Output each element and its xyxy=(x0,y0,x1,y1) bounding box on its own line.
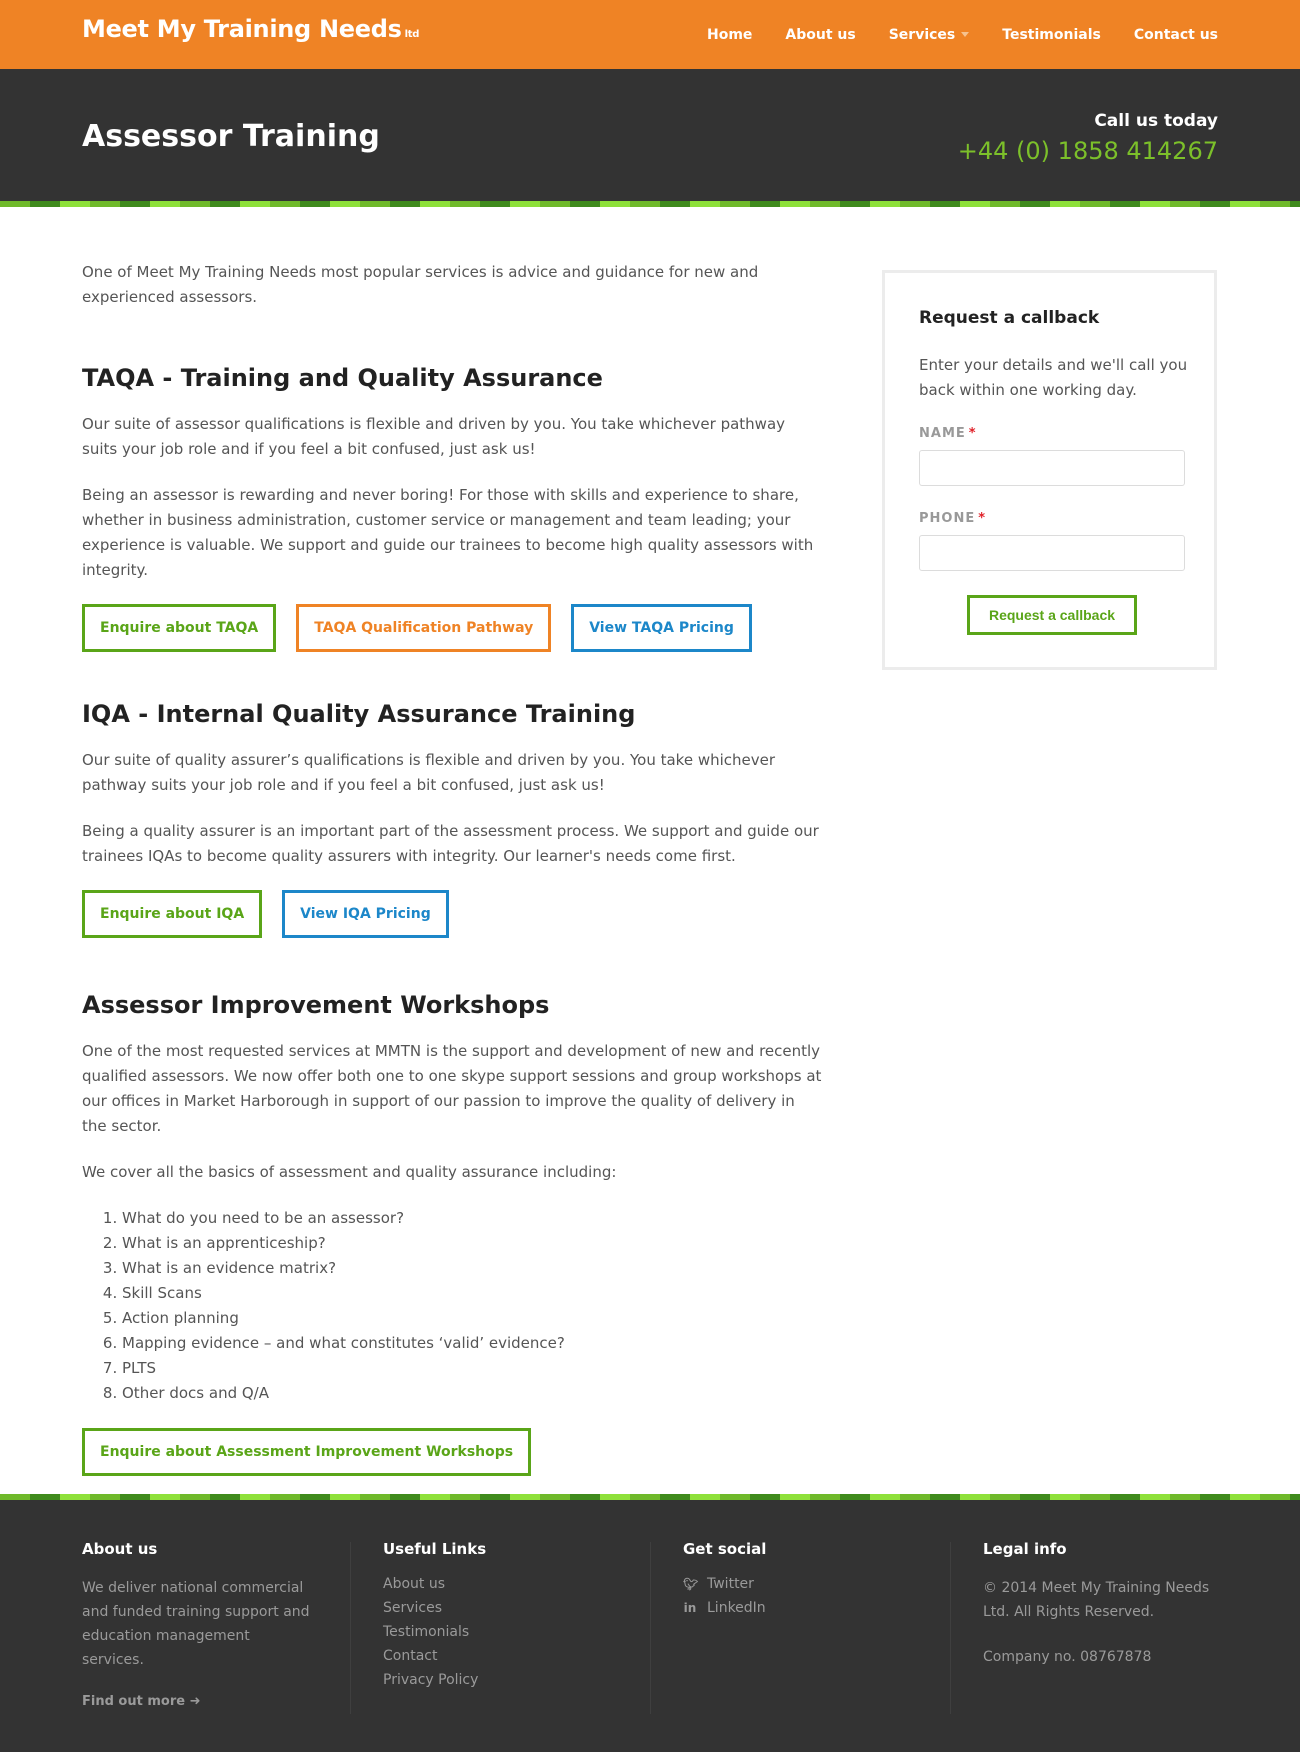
nav-about[interactable]: About us xyxy=(785,27,855,43)
twitter-link[interactable]: 🐦︎ Twitter xyxy=(683,1572,913,1596)
callback-title: Request a callback xyxy=(919,308,1100,328)
required-mark: * xyxy=(968,426,977,441)
nav-services[interactable]: Services xyxy=(889,27,970,43)
nav-services-label: Services xyxy=(888,26,956,43)
phone-field[interactable] xyxy=(919,535,1185,571)
footer-divider xyxy=(650,1542,651,1714)
taqa-heading: TAQA - Training and Quality Assurance xyxy=(82,364,603,392)
name-field[interactable] xyxy=(919,450,1185,486)
taqa-pricing-button[interactable]: View TAQA Pricing xyxy=(571,604,752,652)
chevron-down-icon xyxy=(961,32,970,37)
site-footer: About us We deliver national commercial … xyxy=(0,1500,1300,1752)
footer-social-heading: Get social xyxy=(683,1540,767,1558)
list-item: Action planning xyxy=(122,1306,822,1331)
taqa-paragraph-1: Our suite of assessor qualifications is … xyxy=(82,415,786,458)
list-item: Skill Scans xyxy=(122,1281,822,1306)
footer-link-about[interactable]: About us xyxy=(383,1572,613,1596)
iqa-paragraph-2: Being a quality assurer is an important … xyxy=(82,822,819,865)
footer-useful-links: Useful Links About us Services Testimoni… xyxy=(383,1540,613,1712)
find-out-more-link[interactable]: Find out more ➜ xyxy=(82,1694,312,1709)
workshops-paragraph-1: One of the most requested services at MM… xyxy=(82,1042,822,1135)
page-title: Assessor Training xyxy=(82,119,380,154)
main-content: One of Meet My Training Needs most popul… xyxy=(82,260,822,1476)
page-header: Assessor Training Call us today +44 (0) … xyxy=(0,69,1300,201)
workshops-paragraph-2: We cover all the basics of assessment an… xyxy=(82,1163,617,1181)
phone-label: PHONE * xyxy=(919,511,986,526)
enquire-workshops-button[interactable]: Enquire about Assessment Improvement Wor… xyxy=(82,1428,532,1476)
intro-text: One of Meet My Training Needs most popul… xyxy=(82,263,759,306)
iqa-button-row: Enquire about IQA View IQA Pricing xyxy=(82,890,822,938)
company-number: Company no. 08767878 xyxy=(983,1649,1152,1665)
taqa-paragraph-2: Being an assessor is rewarding and never… xyxy=(82,486,814,579)
nav-home[interactable]: Home xyxy=(707,27,752,43)
find-out-more-label: Find out more xyxy=(82,1694,186,1709)
iqa-heading: IQA - Internal Quality Assurance Trainin… xyxy=(82,700,636,728)
footer-about-text: We deliver national commercial and funde… xyxy=(82,1580,310,1668)
call-label: Call us today xyxy=(1094,111,1218,131)
arrow-right-icon: ➜ xyxy=(189,1694,201,1709)
header-stripe-divider xyxy=(0,201,1300,207)
phone-number[interactable]: +44 (0) 1858 414267 xyxy=(958,137,1218,165)
workshops-button-row: Enquire about Assessment Improvement Wor… xyxy=(82,1428,822,1476)
list-item: PLTS xyxy=(122,1356,822,1381)
list-item: Mapping evidence – and what constitutes … xyxy=(122,1331,822,1356)
callback-form-panel: Request a callback Enter your details an… xyxy=(882,270,1217,670)
enquire-taqa-button[interactable]: Enquire about TAQA xyxy=(82,604,277,652)
linkedin-label: LinkedIn xyxy=(707,1600,766,1616)
footer-divider xyxy=(950,1542,951,1714)
required-mark: * xyxy=(978,511,987,526)
list-item: What is an evidence matrix? xyxy=(122,1256,822,1281)
linkedin-icon: in xyxy=(683,1601,697,1615)
copyright-text: © 2014 Meet My Training Needs Ltd. All R… xyxy=(983,1580,1210,1620)
footer-link-testimonials[interactable]: Testimonials xyxy=(383,1620,613,1644)
footer-legal: Legal info © 2014 Meet My Training Needs… xyxy=(983,1540,1218,1712)
iqa-pricing-button[interactable]: View IQA Pricing xyxy=(282,890,449,938)
workshop-topics-list: What do you need to be an assessor? What… xyxy=(82,1206,822,1406)
list-item: Other docs and Q/A xyxy=(122,1381,822,1406)
taqa-pathway-button[interactable]: TAQA Qualification Pathway xyxy=(296,604,552,652)
footer-link-services[interactable]: Services xyxy=(383,1596,613,1620)
brand-name: Meet My Training Needs xyxy=(82,15,402,43)
twitter-label: Twitter xyxy=(707,1576,754,1592)
brand-logo[interactable]: Meet My Training Needs ltd xyxy=(82,15,419,43)
twitter-icon: 🐦︎ xyxy=(683,1577,699,1591)
footer-divider xyxy=(350,1542,351,1714)
nav-contact[interactable]: Contact us xyxy=(1134,27,1218,43)
name-label-text: NAME xyxy=(919,426,966,441)
main-nav: Home About us Services Testimonials Cont… xyxy=(674,0,1218,69)
taqa-button-row: Enquire about TAQA TAQA Qualification Pa… xyxy=(82,604,822,652)
list-item: What do you need to be an assessor? xyxy=(122,1206,822,1231)
phone-label-text: PHONE xyxy=(919,511,976,526)
footer-legal-heading: Legal info xyxy=(983,1540,1067,1558)
enquire-iqa-button[interactable]: Enquire about IQA xyxy=(82,890,263,938)
workshops-heading: Assessor Improvement Workshops xyxy=(82,991,550,1019)
linkedin-link[interactable]: in LinkedIn xyxy=(683,1596,913,1620)
footer-about: About us We deliver national commercial … xyxy=(82,1540,312,1712)
footer-link-privacy[interactable]: Privacy Policy xyxy=(383,1668,613,1692)
top-navbar: Meet My Training Needs ltd Home About us … xyxy=(0,0,1300,69)
iqa-paragraph-1: Our suite of quality assurer’s qualifica… xyxy=(82,751,776,794)
callback-description: Enter your details and we'll call you ba… xyxy=(919,356,1188,399)
footer-link-contact[interactable]: Contact xyxy=(383,1644,613,1668)
nav-testimonials[interactable]: Testimonials xyxy=(1002,27,1101,43)
request-callback-button[interactable]: Request a callback xyxy=(967,595,1137,635)
list-item: What is an apprenticeship? xyxy=(122,1231,822,1256)
brand-suffix: ltd xyxy=(404,29,420,40)
footer-social: Get social 🐦︎ Twitter in LinkedIn xyxy=(683,1540,913,1712)
footer-about-heading: About us xyxy=(82,1540,158,1558)
name-label: NAME * xyxy=(919,426,977,441)
footer-links-heading: Useful Links xyxy=(383,1540,487,1558)
